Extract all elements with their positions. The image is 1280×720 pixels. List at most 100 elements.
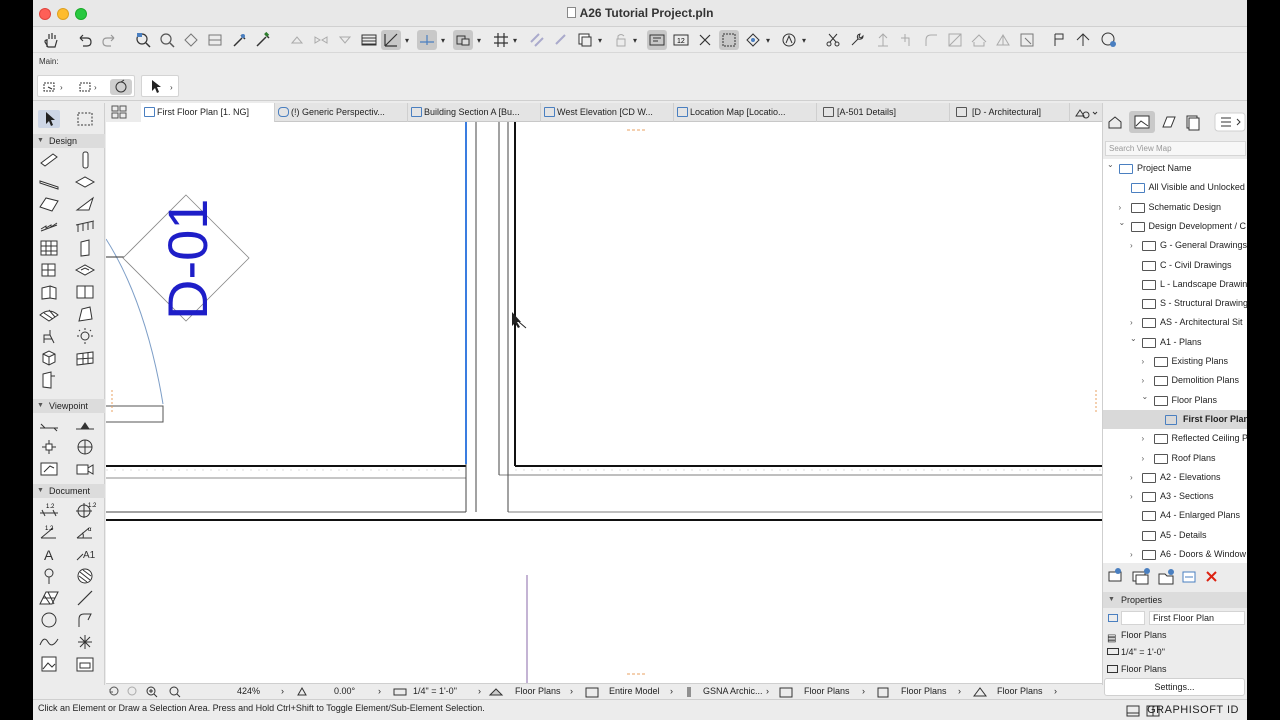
angle-dropdown[interactable]: › [378,684,381,699]
clone-view-icon[interactable] [1132,568,1150,585]
snap-guide-dropdown[interactable]: ▾ [405,36,413,45]
chevron-right-icon[interactable]: › [1130,487,1138,506]
chevron-down-icon[interactable]: ⌄ [1119,213,1127,232]
object-tool-icon[interactable] [38,327,60,345]
view-settings-icon[interactable] [1182,571,1196,583]
tree-item[interactable]: › A6 - Doors & Window [1103,545,1247,563]
door-tool-icon[interactable] [74,239,96,257]
camera-tool-icon[interactable] [74,460,96,478]
zoom-fit-icon[interactable] [169,686,181,698]
interior-elevation-tool-icon[interactable] [38,438,60,456]
elevation-marker-icon[interactable] [1073,30,1093,50]
zoom-value[interactable]: 424% [237,684,260,699]
zoom-previous-icon[interactable] [109,686,119,696]
mesh-tool-icon[interactable] [38,305,60,323]
layout-book-icon[interactable] [1162,116,1176,128]
skylight-tool-icon[interactable] [74,261,96,279]
fillet-icon[interactable] [921,30,941,50]
tree-item[interactable]: › Roof Plans [1103,449,1247,468]
settings-button[interactable]: Settings... [1104,678,1245,696]
snap-guide-icon[interactable] [381,30,401,50]
graphisoft-id[interactable]: GRAPHISOFT ID [1147,704,1239,716]
delete-icon[interactable] [1206,571,1217,582]
layer-off-icon[interactable] [551,30,571,50]
pan-icon[interactable] [41,30,61,50]
tree-item[interactable]: › Demolition Plans [1103,371,1247,390]
marker-tool-icon[interactable] [38,567,60,585]
tree-item[interactable]: ⌄ Project Name [1103,159,1247,178]
chevron-down-icon[interactable]: ⌄ [1130,329,1138,348]
undo-icon[interactable] [75,30,95,50]
tab-generic-perspective[interactable]: (!) Generic Perspectiv... [275,103,408,122]
flag-icon[interactable] [1049,30,1069,50]
model-view-value[interactable]: Floor Plans [804,684,850,699]
worksheet-tool-icon[interactable] [74,438,96,456]
door-tag-text[interactable]: D-01 [156,199,219,320]
hatch-icon[interactable] [359,30,379,50]
grid-element-tool-icon[interactable] [74,349,96,367]
model-view-dropdown[interactable]: › [862,684,865,699]
drawing-tool-icon[interactable] [74,655,96,673]
door-swing-arc[interactable] [106,238,164,405]
properties-header[interactable]: Properties [1103,592,1247,608]
grid-icon[interactable] [491,30,511,50]
eyedropper-icon[interactable] [229,30,249,50]
display-order-icon[interactable] [575,30,595,50]
chevron-right-icon[interactable]: › [1130,468,1138,487]
tab-first-floor-plan[interactable]: First Floor Plan [1. NG] [141,103,275,122]
renovation-dropdown[interactable]: ▾ [766,36,774,45]
prop-id-field[interactable] [1121,611,1145,625]
column-tool-icon[interactable] [74,151,96,169]
tree-item[interactable]: C - Civil Drawings [1103,256,1247,275]
renovation-value[interactable]: Floor Plans [997,684,1043,699]
graphic-override-icon[interactable] [877,687,889,698]
scissors-icon[interactable] [823,30,843,50]
curtain-wall-tool-icon[interactable] [38,239,60,257]
design-section-header[interactable]: Design [33,134,105,148]
tab-a501-details[interactable]: [A-501 Details] [817,103,950,122]
tab-overview-icon[interactable] [111,105,127,119]
layer-dropdown[interactable]: › [570,684,573,699]
layer-combination-value[interactable]: Floor Plans [1121,630,1167,640]
radial-dimension-tool-icon[interactable]: 1.2 [38,523,60,541]
split-icon[interactable] [945,30,965,50]
wrench-icon[interactable] [847,30,867,50]
arrow-cursor-icon[interactable] [152,80,161,93]
new-view-icon[interactable] [1108,568,1122,582]
line-tool-icon[interactable] [74,589,96,607]
document-section-header[interactable]: Document [33,484,105,498]
tab-d-architectural[interactable]: [D - Architectural] [950,103,1070,122]
markup-dropdown[interactable]: ▾ [802,36,810,45]
morph-tool-icon[interactable] [74,305,96,323]
new-folder-icon[interactable] [1158,569,1174,585]
pen-set-value[interactable]: GSNA Archic... [703,684,763,699]
opening-tool-icon[interactable] [38,371,60,389]
selection-frame-icon[interactable] [719,30,739,50]
drawing-canvas[interactable]: D-01 [106,122,1102,683]
arc-tool-icon[interactable] [38,611,60,629]
tab-menu-icon[interactable] [1074,106,1100,120]
adjust-icon[interactable] [993,30,1013,50]
favorites-icon[interactable] [181,30,201,50]
chevron-down-icon[interactable]: ⌄ [1107,159,1115,174]
railing-tool-icon[interactable] [74,217,96,235]
tree-item[interactable]: L - Landscape Drawin [1103,275,1247,294]
roof-icon[interactable] [969,30,989,50]
scale-value[interactable]: 1/4" = 1'-0" [1121,647,1165,657]
markup-icon[interactable] [779,30,799,50]
trace-compare-icon[interactable] [335,30,355,50]
tree-item[interactable]: S - Structural Drawing [1103,294,1247,313]
selection-method-icon[interactable] [43,82,55,92]
layers-icon[interactable] [488,688,504,696]
view-map-icon[interactable] [1129,111,1155,133]
tab-west-elevation[interactable]: West Elevation [CD W... [541,103,674,122]
partial-structure-icon[interactable] [585,687,599,698]
scale-value[interactable]: 1/4" = 1'-0" [413,684,457,699]
chevron-right-icon[interactable]: › [1142,429,1150,448]
label-tool-icon[interactable]: A1 [74,545,96,563]
tree-item[interactable]: ⌄ Floor Plans [1103,391,1247,410]
publisher-sets-icon[interactable] [1186,115,1200,131]
search-view-map-input[interactable]: Search View Map [1105,141,1246,156]
text-tool-icon[interactable]: A [38,545,60,563]
fill-panel-icon[interactable] [205,30,225,50]
